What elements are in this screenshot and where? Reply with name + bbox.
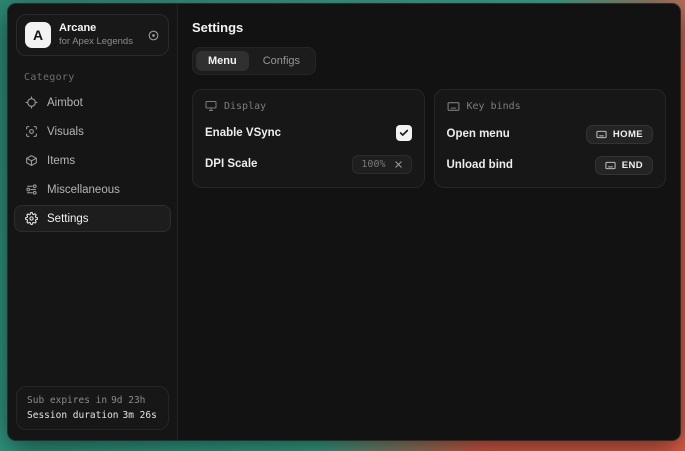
- keybinds-card-header: Key binds: [447, 100, 654, 113]
- dpi-scale-value: 100%: [361, 159, 385, 170]
- sidebar-nav: Aimbot Visuals: [8, 89, 177, 232]
- cube-icon: [25, 154, 38, 167]
- keybinds-card: Key binds Open menu HOME Unload bin: [434, 89, 667, 188]
- dpi-row: DPI Scale 100%: [205, 154, 412, 174]
- brand-text: Arcane for Apex Legends: [59, 22, 139, 48]
- sidebar-item-label: Items: [47, 155, 75, 167]
- eye-scan-icon: [25, 125, 38, 138]
- sidebar: A Arcane for Apex Legends Category: [8, 4, 178, 440]
- keyboard-icon: [596, 129, 607, 140]
- vsync-label: Enable VSync: [205, 127, 281, 139]
- app-title: Arcane: [59, 22, 139, 36]
- monitor-icon: [205, 100, 217, 112]
- unload-key: END: [622, 160, 643, 171]
- keybinds-card-title: Key binds: [467, 101, 521, 112]
- dpi-label: DPI Scale: [205, 158, 257, 170]
- display-card: Display Enable VSync DPI Scale 100%: [192, 89, 425, 188]
- app-logo: A: [25, 22, 51, 48]
- sidebar-item-miscellaneous[interactable]: Miscellaneous: [14, 176, 171, 203]
- sidebar-item-label: Miscellaneous: [47, 184, 120, 196]
- open-menu-label: Open menu: [447, 128, 510, 140]
- sidebar-item-label: Settings: [47, 213, 89, 225]
- keyboard-icon: [447, 100, 460, 113]
- vsync-checkbox[interactable]: [396, 125, 412, 141]
- sidebar-item-items[interactable]: Items: [14, 147, 171, 174]
- app-window: A Arcane for Apex Legends Category: [7, 3, 681, 441]
- session-duration-value: 3m 26s: [123, 410, 157, 421]
- open-menu-keybind-button[interactable]: HOME: [586, 125, 653, 144]
- clear-icon[interactable]: [394, 160, 403, 169]
- crosshair-icon: [25, 96, 38, 109]
- sidebar-item-aimbot[interactable]: Aimbot: [14, 89, 171, 116]
- tab-menu[interactable]: Menu: [196, 51, 249, 71]
- open-menu-key: HOME: [613, 129, 643, 140]
- display-card-title: Display: [224, 101, 266, 112]
- sub-expiry-value: 9d 23h: [111, 395, 145, 406]
- sidebar-item-label: Aimbot: [47, 97, 83, 109]
- session-duration: Session duration 3m 26s: [27, 410, 158, 421]
- sidebar-item-label: Visuals: [47, 126, 84, 138]
- display-card-header: Display: [205, 100, 412, 112]
- sub-expiry: Sub expires in 9d 23h: [27, 395, 158, 406]
- vsync-row: Enable VSync: [205, 123, 412, 143]
- brand-card: A Arcane for Apex Legends: [16, 14, 169, 56]
- unload-bind-label: Unload bind: [447, 159, 513, 171]
- open-menu-row: Open menu HOME: [447, 124, 654, 144]
- sidebar-item-settings[interactable]: Settings: [14, 205, 171, 232]
- sidebar-item-visuals[interactable]: Visuals: [14, 118, 171, 145]
- target-icon[interactable]: [147, 29, 160, 42]
- settings-cards: Display Enable VSync DPI Scale 100%: [192, 89, 666, 188]
- sub-expiry-label: Sub expires in: [27, 395, 107, 406]
- sliders-icon: [25, 183, 38, 196]
- gear-icon: [25, 212, 38, 225]
- keyboard-icon: [605, 160, 616, 171]
- session-info-card: Sub expires in 9d 23h Session duration 3m …: [16, 386, 169, 430]
- session-duration-label: Session duration: [27, 410, 119, 421]
- check-icon: [399, 128, 409, 138]
- page-title: Settings: [192, 20, 666, 35]
- tab-configs[interactable]: Configs: [251, 51, 312, 71]
- main-content: Settings Menu Configs Display: [178, 4, 680, 440]
- unload-bind-row: Unload bind END: [447, 155, 654, 175]
- category-label: Category: [24, 72, 177, 83]
- app-subtitle: for Apex Legends: [59, 36, 139, 48]
- dpi-scale-input[interactable]: 100%: [352, 155, 411, 174]
- unload-keybind-button[interactable]: END: [595, 156, 653, 175]
- tab-bar: Menu Configs: [192, 47, 316, 75]
